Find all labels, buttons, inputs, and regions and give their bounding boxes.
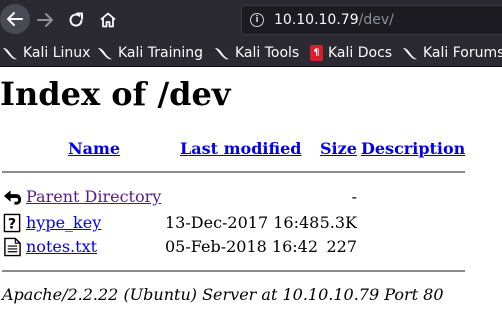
- file-link-notes-txt[interactable]: notes.txt: [26, 237, 97, 256]
- kali-dragon-icon: [98, 48, 112, 60]
- table-row: Parent Directory -: [0, 186, 502, 208]
- file-date: 13-Dec-2017 16:48: [165, 213, 320, 232]
- browser-chrome: i 10.10.10.79/dev/ Kali Linux Kali Train…: [0, 0, 502, 67]
- url-text[interactable]: 10.10.10.79/dev/: [274, 12, 394, 28]
- file-size: 227: [326, 237, 357, 256]
- server-signature: Apache/2.2.22 (Ubuntu) Server at 10.10.1…: [2, 285, 444, 304]
- unknown-file-icon: ?: [3, 213, 21, 233]
- svg-text:?: ?: [8, 217, 16, 233]
- divider: [2, 270, 465, 272]
- back-arrow-icon: [3, 190, 22, 205]
- table-row: notes.txt 05-Feb-2018 16:42 227: [0, 236, 502, 258]
- kali-dragon-icon: [403, 48, 417, 60]
- parent-directory-link[interactable]: Parent Directory: [26, 187, 161, 206]
- kali-dragon-icon: [215, 48, 229, 60]
- page-content: Index of /dev Name Last modified Size De…: [0, 66, 502, 310]
- kali-docs-icon: ¶: [310, 45, 323, 61]
- bookmark-kali-tools[interactable]: Kali Tools: [214, 43, 299, 63]
- bookmarks-toolbar: Kali Linux Kali Training Kali Tools ¶ Ka…: [0, 40, 502, 66]
- forward-button[interactable]: [31, 6, 59, 34]
- table-row: ? hype_key 13-Dec-2017 16:48 5.3K: [0, 212, 502, 234]
- forward-arrow-icon: [37, 13, 53, 27]
- reload-button[interactable]: [62, 6, 90, 34]
- bookmark-kali-training[interactable]: Kali Training: [97, 43, 203, 63]
- kali-dragon-icon: [3, 48, 17, 60]
- file-date: 05-Feb-2018 16:42: [165, 237, 319, 256]
- column-header-description[interactable]: Description: [361, 139, 465, 158]
- file-size: 5.3K: [319, 213, 357, 232]
- bookmark-kali-forums[interactable]: Kali Forums: [402, 43, 502, 63]
- bookmark-kali-docs[interactable]: ¶ Kali Docs: [310, 43, 392, 63]
- file-link-hype-key[interactable]: hype_key: [26, 213, 101, 232]
- reload-icon: [69, 12, 83, 27]
- site-info-icon[interactable]: i: [250, 13, 264, 27]
- divider: [2, 171, 465, 173]
- address-bar[interactable]: i 10.10.10.79/dev/: [241, 5, 502, 35]
- bookmark-kali-linux[interactable]: Kali Linux: [2, 43, 90, 63]
- text-file-icon: [4, 237, 21, 257]
- file-size: -: [351, 187, 357, 206]
- navigation-toolbar: i 10.10.10.79/dev/: [0, 0, 502, 40]
- home-icon: [100, 12, 116, 28]
- page-title: Index of /dev: [0, 75, 231, 113]
- back-button[interactable]: [0, 4, 30, 34]
- column-header-last-modified[interactable]: Last modified: [180, 139, 301, 158]
- home-button[interactable]: [94, 6, 122, 34]
- back-arrow-icon: [7, 12, 23, 26]
- column-header-name[interactable]: Name: [68, 139, 120, 158]
- column-header-size[interactable]: Size: [320, 139, 357, 158]
